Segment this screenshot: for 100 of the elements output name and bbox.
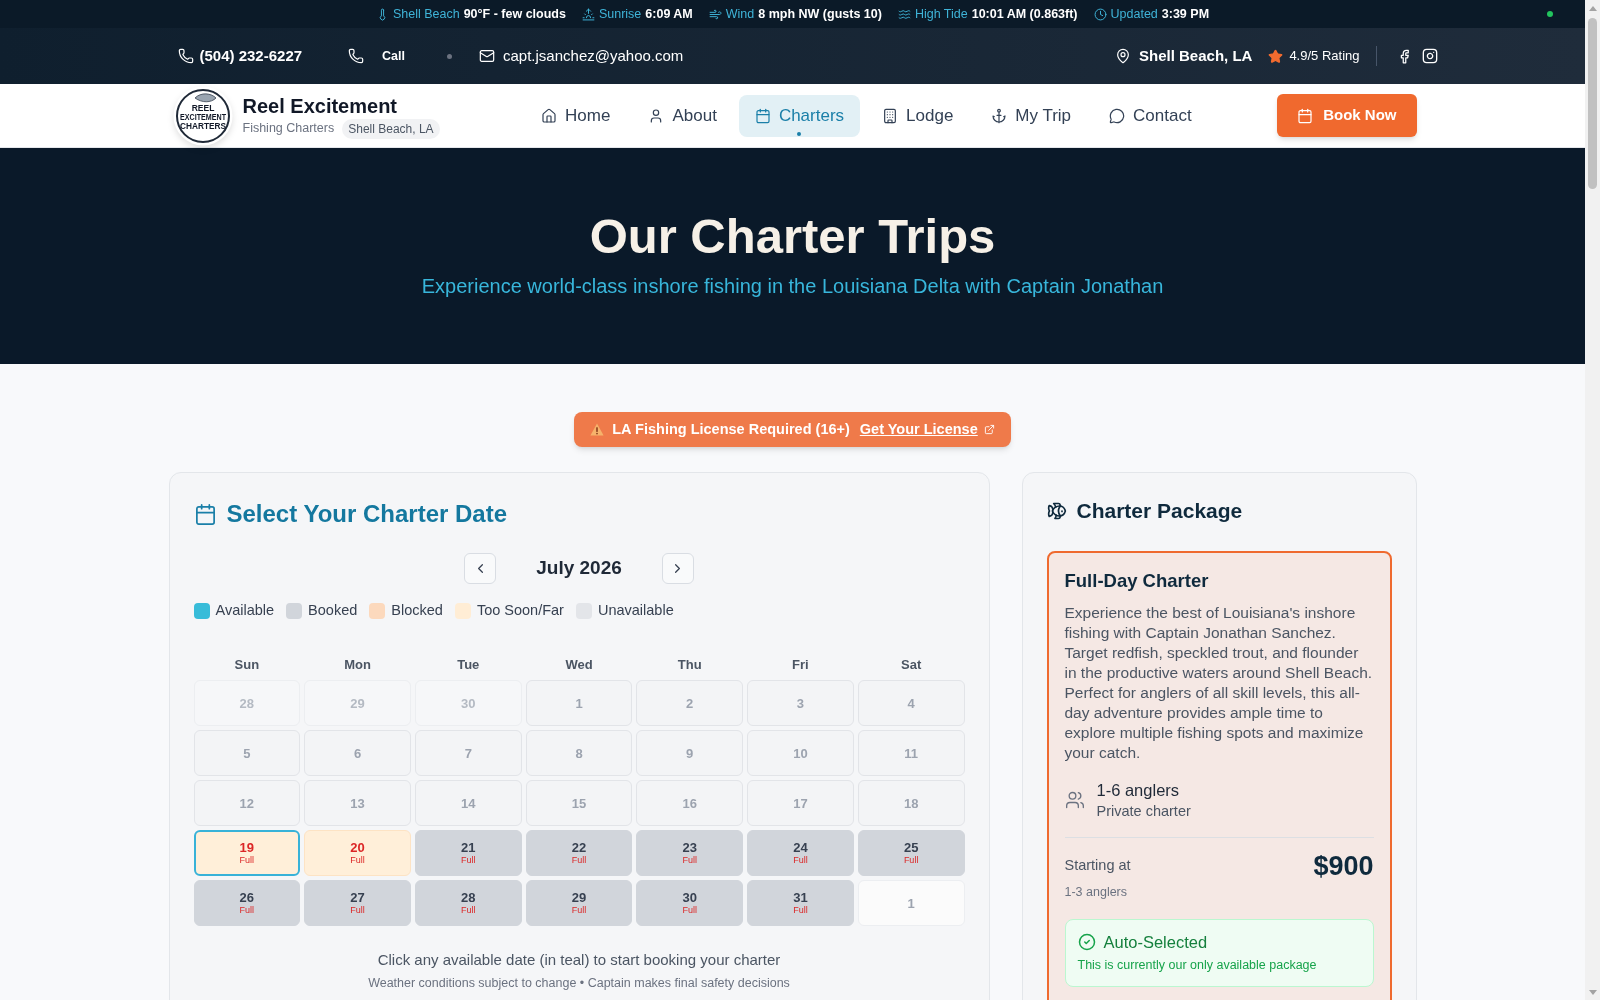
external-link-icon xyxy=(983,424,995,435)
warning-icon xyxy=(590,423,605,436)
calendar-note: Weather conditions subject to change • Captain makes final safety decisions xyxy=(367,974,791,992)
calendar-day[interactable]: 12 xyxy=(193,780,301,827)
rating-text: 4.9/5 Rating xyxy=(1289,47,1360,66)
capacity-note: Private charter xyxy=(1096,802,1191,821)
legend-label: Unavailable xyxy=(597,601,674,620)
calendar-day[interactable]: 25 Full xyxy=(857,830,965,877)
calendar-day[interactable]: 3 xyxy=(747,680,854,727)
hero-title: Our Charter Trips xyxy=(589,208,996,264)
package-description: Experience the best of Louisiana's inshore fishing with Captain Jonathan Sanchez. Target redfish, speckled trout, and flounder in the productive waters around Shell Beach. Perfect for anglers of all skill levels, this all-day adventure provides ample time to explore multiple fishing spots and maximize your catch. xyxy=(1064,603,1374,763)
nav-link[interactable]: Lodge xyxy=(866,94,970,137)
calendar-day[interactable]: 29 Full xyxy=(525,880,633,927)
calendar-day[interactable]: 21 Full xyxy=(414,830,522,877)
calendar-day[interactable]: 4 xyxy=(857,680,965,727)
previous-month-button[interactable] xyxy=(464,553,497,584)
calendar-day[interactable]: 9 xyxy=(636,730,744,777)
weather-value: 3:39 PM xyxy=(1161,5,1210,23)
calendar-day[interactable]: 17 xyxy=(747,780,854,827)
scrollbar[interactable] xyxy=(1585,0,1600,1000)
nav-link[interactable]: About xyxy=(632,94,733,137)
mail-icon xyxy=(479,48,495,64)
weather-label: Wind xyxy=(725,5,755,23)
calendar-day[interactable]: 19 Full xyxy=(193,830,301,877)
weekday-label: Sun xyxy=(233,655,261,674)
map-pin-icon xyxy=(1115,48,1131,64)
calendar-icon xyxy=(754,107,771,124)
price-note: 1-3 anglers xyxy=(1064,884,1129,901)
weekday-label: Thu xyxy=(676,655,703,674)
month-label: July 2026 xyxy=(536,556,622,581)
calendar-day[interactable]: 5 xyxy=(193,730,301,777)
calendar-day[interactable]: 22 Full xyxy=(525,830,633,877)
call-link[interactable]: Call xyxy=(348,46,405,66)
calendar-day[interactable]: 7 xyxy=(414,730,522,777)
calendar-day[interactable]: 24 Full xyxy=(747,830,854,877)
legend-label: Blocked xyxy=(391,601,443,620)
brand-tagline: Fishing Charters xyxy=(242,120,335,138)
section-title: Select Your Charter Date xyxy=(226,499,508,529)
package-card[interactable] xyxy=(1046,551,1392,1000)
weekday-label: Tue xyxy=(456,655,481,674)
package-name: Full-Day Charter xyxy=(1064,569,1210,593)
calendar-day[interactable]: 2 xyxy=(636,680,744,727)
waves-icon xyxy=(897,7,911,21)
calendar-day[interactable]: 1 xyxy=(857,880,965,927)
calendar-day[interactable]: 28 Full xyxy=(414,880,522,927)
calendar-day[interactable]: 29 xyxy=(304,680,411,727)
calendar-day[interactable]: 6 xyxy=(304,730,411,777)
phone-icon xyxy=(177,48,194,64)
scrollbar-thumb[interactable] xyxy=(1588,18,1597,189)
calendar-day[interactable]: 11 xyxy=(857,730,965,777)
weather-label: Sunrise xyxy=(598,5,642,23)
calendar-day[interactable]: 23 Full xyxy=(636,830,744,877)
calendar-day[interactable]: 27 Full xyxy=(304,880,411,927)
instagram-link[interactable] xyxy=(1421,48,1438,64)
weather-value: 8 mph NW (gusts 10) xyxy=(758,5,882,23)
weather-value: 10:01 AM (0.863ft) xyxy=(971,5,1078,23)
calendar-day[interactable]: 31 Full xyxy=(747,880,854,927)
calendar-day[interactable]: 10 xyxy=(747,730,854,777)
calendar-day[interactable]: 8 xyxy=(525,730,633,777)
price-label: Starting at xyxy=(1064,856,1131,876)
weekday-label: Wed xyxy=(564,655,594,674)
wind-icon xyxy=(708,7,722,21)
weather-value: 90°F - few clouds xyxy=(463,5,566,23)
capacity-text: 1-6 anglers xyxy=(1096,780,1181,801)
calendar-hint: Click any available date (in teal) to start booking your charter xyxy=(376,950,782,971)
weather-label: Shell Beach xyxy=(392,5,460,23)
price: $900 xyxy=(1313,850,1374,883)
nav-link[interactable]: Charters xyxy=(738,94,861,137)
calendar-day[interactable]: 13 xyxy=(304,780,411,827)
calendar-day[interactable]: 26 Full xyxy=(193,880,301,927)
users-icon xyxy=(1064,790,1085,810)
sunrise-icon xyxy=(581,7,595,21)
nav-link[interactable]: My Trip xyxy=(975,94,1088,137)
phone-link[interactable]: (504) 232-6227 xyxy=(177,44,303,68)
notice-title: Auto-Selected xyxy=(1103,932,1208,953)
book-now-button[interactable]: Book Now xyxy=(1277,94,1417,137)
weather-label: Updated xyxy=(1110,5,1158,23)
license-link[interactable]: Get Your License xyxy=(859,418,995,441)
chat-bubble-icon xyxy=(1109,107,1126,124)
calendar-day[interactable]: 14 xyxy=(414,780,522,827)
calendar-day[interactable]: 18 xyxy=(857,780,965,827)
calendar-day[interactable]: 16 xyxy=(636,780,744,827)
legend-label: Booked xyxy=(308,601,358,620)
weekday-label: Fri xyxy=(791,655,810,674)
calendar-day[interactable]: 20 Full xyxy=(304,830,411,877)
calendar-day[interactable]: 1 xyxy=(525,680,633,727)
calendar-day[interactable]: 15 xyxy=(525,780,633,827)
nav-link[interactable]: Home xyxy=(525,94,627,137)
email-link[interactable]: capt.jsanchez@yahoo.com xyxy=(479,44,684,68)
notice-text: This is currently our only available package xyxy=(1077,957,1318,974)
calendar-day[interactable]: 28 xyxy=(193,680,301,727)
caret-down-icon xyxy=(1588,990,1597,995)
instagram-icon xyxy=(1421,48,1438,64)
calendar-day[interactable]: 30 xyxy=(414,680,522,727)
star-icon xyxy=(1268,48,1284,64)
calendar-day[interactable]: 30 Full xyxy=(636,880,744,927)
fish-icon xyxy=(1046,501,1067,521)
next-month-button[interactable] xyxy=(661,553,694,584)
brand-name: Reel Excitement xyxy=(242,93,398,119)
nav-link[interactable]: Contact xyxy=(1093,94,1208,137)
